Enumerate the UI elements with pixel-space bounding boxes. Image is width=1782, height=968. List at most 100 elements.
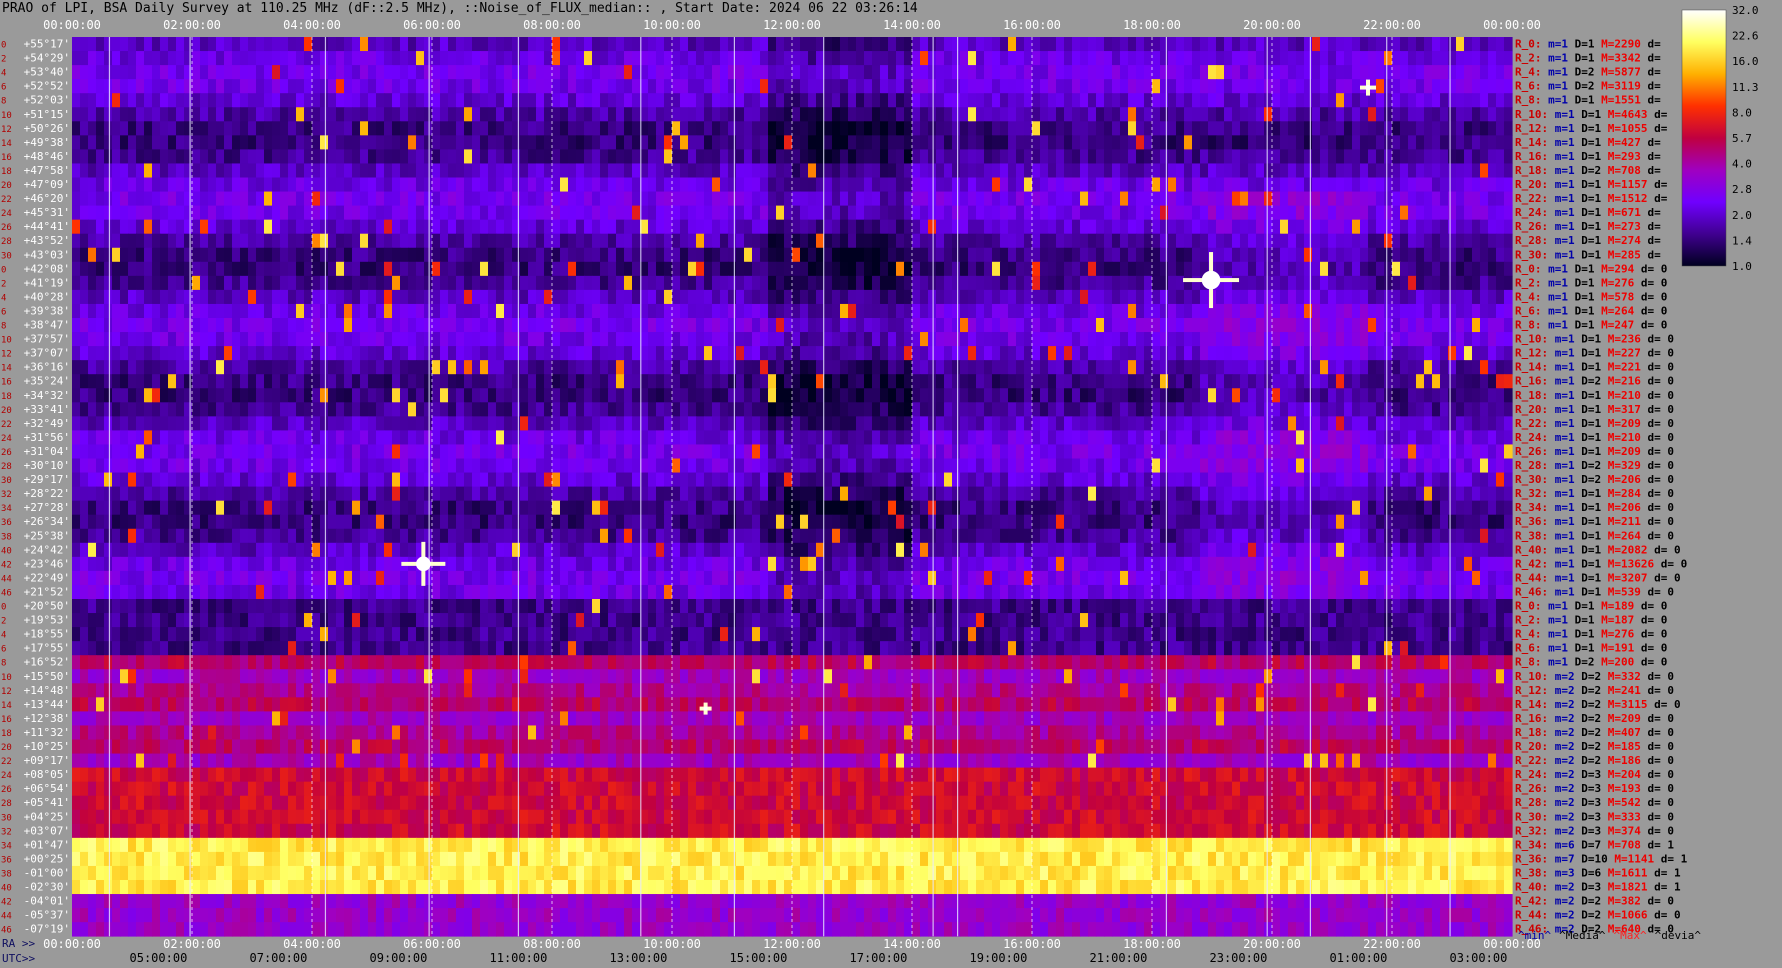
heatmap-cell [184, 318, 193, 333]
heatmap-cell [888, 332, 897, 347]
heatmap-cell [288, 275, 297, 291]
heatmap-cell [768, 191, 777, 206]
heatmap-cell [1232, 219, 1241, 235]
heatmap-cell [1288, 247, 1297, 263]
heatmap-cell [1304, 93, 1313, 108]
heatmap-cell [152, 233, 161, 249]
heatmap-cell [1176, 93, 1185, 108]
heatmap-cell [800, 289, 809, 305]
heatmap-cell [440, 332, 449, 347]
heatmap-cell [448, 332, 457, 347]
heatmap-cell [72, 107, 81, 122]
heatmap-cell [1384, 261, 1393, 277]
heatmap-cell [1360, 318, 1369, 333]
heatmap-cell [1400, 275, 1409, 291]
heatmap-cell [160, 402, 169, 417]
heatmap-cell [1312, 275, 1321, 291]
heatmap-cell [1416, 303, 1425, 319]
heatmap-cell [1400, 374, 1409, 389]
heatmap-cell [1480, 402, 1489, 417]
heatmap-cell [848, 205, 857, 221]
heatmap-cell [1392, 163, 1401, 178]
heatmap-cell [1200, 121, 1209, 136]
heatmap-cell [1488, 65, 1497, 80]
heatmap-cell [848, 233, 857, 249]
heatmap-cell [704, 402, 713, 417]
heatmap-cell [1488, 303, 1497, 319]
heatmap-cell [1504, 303, 1513, 319]
heatmap-cell [96, 247, 105, 263]
heatmap-cell [96, 261, 105, 277]
heatmap-cell [592, 318, 601, 333]
heatmap-cell [400, 177, 409, 192]
heatmap-cell [1016, 374, 1025, 389]
heatmap-cell [1272, 121, 1281, 136]
heatmap-cell [392, 51, 401, 66]
heatmap-cell [600, 388, 609, 403]
heatmap-cell [120, 346, 129, 361]
heatmap-cell [432, 247, 441, 263]
heatmap-cell [104, 65, 113, 80]
heatmap-cell [1184, 51, 1193, 66]
heatmap-cell [688, 247, 697, 263]
heatmap-cell [728, 191, 737, 206]
heatmap-cell [200, 79, 209, 94]
heatmap-cell [448, 37, 457, 52]
heatmap-cell [576, 261, 585, 277]
heatmap-cell [888, 219, 897, 235]
heatmap-cell [984, 360, 993, 375]
heatmap-cell [144, 275, 153, 291]
heatmap-cell [168, 388, 177, 403]
heatmap-cell [1432, 261, 1441, 277]
heatmap-cell [688, 402, 697, 417]
heatmap-cell [904, 388, 913, 403]
heatmap-cell [712, 205, 721, 221]
heatmap-cell [1016, 289, 1025, 305]
heatmap-cell [496, 261, 505, 277]
heatmap-cell [664, 388, 673, 403]
heatmap-cell [888, 79, 897, 94]
heatmap-cell [1488, 247, 1497, 263]
heatmap-cell [1152, 177, 1161, 192]
heatmap-cell [1224, 388, 1233, 403]
heatmap-cell [1392, 65, 1401, 80]
heatmap-cell [1032, 332, 1041, 347]
heatmap-cell [968, 191, 977, 206]
heatmap-cell [184, 332, 193, 347]
heatmap-cell [880, 402, 889, 417]
heatmap-cell [880, 219, 889, 235]
heatmap-cell [1216, 51, 1225, 66]
heatmap-cell [1112, 332, 1121, 347]
heatmap-cell [400, 93, 409, 108]
heatmap-cell [272, 51, 281, 66]
heatmap-cell [1104, 177, 1113, 192]
heatmap-cell [1192, 374, 1201, 389]
heatmap-cell [560, 149, 569, 164]
heatmap-cell [256, 205, 265, 221]
heatmap-cell [552, 107, 561, 122]
heatmap-cell [112, 402, 121, 417]
heatmap-cell [1344, 318, 1353, 333]
heatmap-cell [464, 135, 473, 150]
heatmap-cell [392, 247, 401, 263]
heatmap-cell [664, 402, 673, 417]
heatmap-cell [112, 107, 121, 122]
heatmap-cell [80, 205, 89, 221]
heatmap-cell [800, 93, 809, 108]
heatmap-cell [1464, 360, 1473, 375]
heatmap-cell [752, 79, 761, 94]
heatmap-cell [1360, 37, 1369, 52]
heatmap-cell [768, 93, 777, 108]
heatmap-cell [192, 261, 201, 277]
heatmap-cell [1152, 93, 1161, 108]
heatmap-cell [480, 332, 489, 347]
heatmap-cell [1472, 332, 1481, 347]
heatmap-cell [824, 121, 833, 136]
heatmap-cell [1104, 374, 1113, 389]
heatmap-cell [808, 346, 817, 361]
heatmap-cell [968, 107, 977, 122]
heatmap-cell [256, 318, 265, 333]
heatmap-cell [928, 37, 937, 52]
heatmap-cell [552, 37, 561, 52]
heatmap-cell [872, 135, 881, 150]
